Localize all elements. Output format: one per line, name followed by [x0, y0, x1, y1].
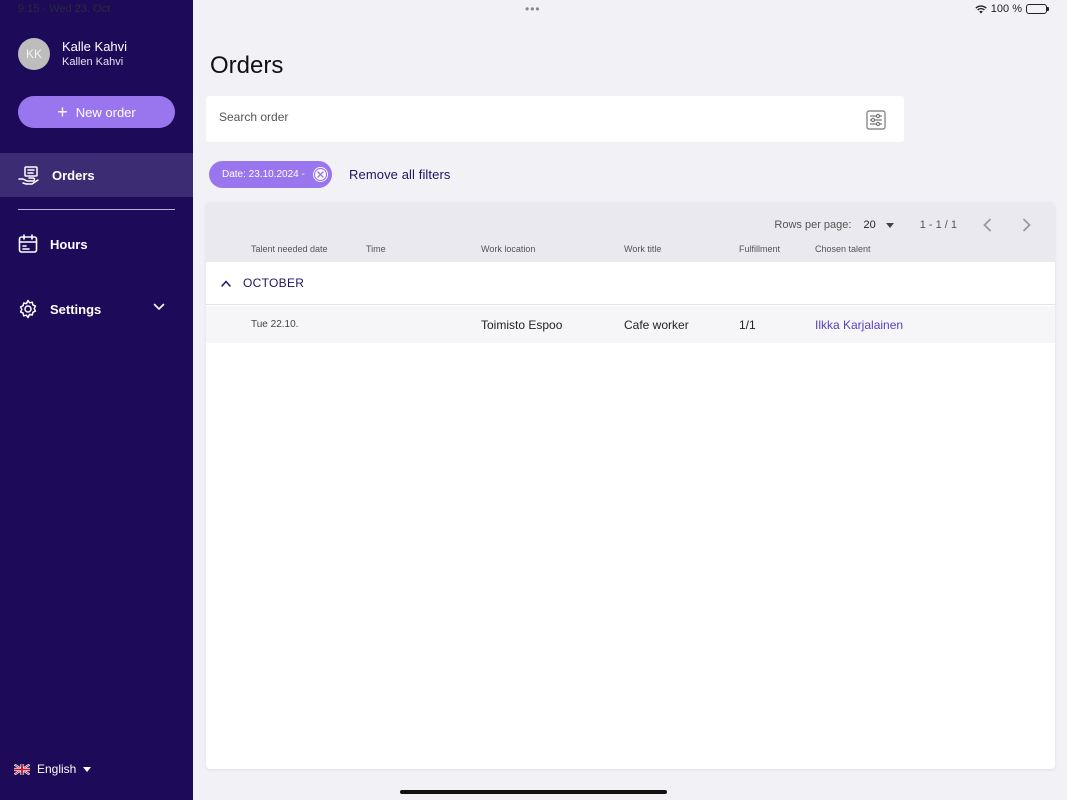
orders-icon: [18, 166, 39, 185]
wifi-icon: [975, 4, 987, 13]
chevron-right-icon: [1023, 218, 1031, 232]
sidebar-item-label: Settings: [50, 301, 102, 317]
table-row[interactable]: Tue 22.10. Toimisto Espoo Cafe worker 1/…: [206, 306, 1055, 343]
close-icon[interactable]: [312, 167, 328, 182]
prev-page-button[interactable]: [977, 215, 997, 235]
page-range: 1 - 1 / 1: [919, 219, 957, 231]
language-selector[interactable]: English: [14, 762, 92, 776]
rows-per-page-select[interactable]: 20: [863, 219, 894, 231]
user-company: Kallen Kahvi: [62, 56, 124, 68]
chevron-down-icon[interactable]: [153, 303, 165, 311]
cell-fulfillment: 1/1: [739, 318, 756, 332]
table-header: Rows per page: 20 1 - 1 / 1 Talent neede…: [206, 202, 1055, 262]
caret-down-icon: [885, 222, 894, 228]
search-input[interactable]: [219, 110, 819, 124]
chip-label: Date: 23.10.2024 -: [222, 169, 305, 180]
status-time: 9:15 · Wed 23. Oct: [18, 3, 111, 15]
chevron-left-icon: [983, 218, 991, 232]
date-filter-chip[interactable]: Date: 23.10.2024 -: [209, 161, 332, 188]
gear-icon: [19, 299, 37, 319]
column-header-date[interactable]: Talent needed date: [251, 244, 328, 254]
new-order-button[interactable]: + New order: [18, 96, 175, 128]
home-indicator[interactable]: [400, 790, 667, 794]
column-header-time[interactable]: Time: [366, 244, 386, 254]
user-profile[interactable]: KK Kalle Kahvi Kallen Kahvi: [18, 38, 127, 70]
status-indicators: 100 %: [975, 3, 1049, 15]
search-bar: [206, 96, 904, 142]
filter-settings-icon[interactable]: [866, 110, 886, 130]
multitask-dots[interactable]: •••: [525, 2, 541, 16]
orders-table: Rows per page: 20 1 - 1 / 1 Talent neede…: [206, 202, 1055, 769]
uk-flag-icon: [14, 763, 30, 775]
column-header-title[interactable]: Work title: [624, 244, 661, 254]
next-page-button[interactable]: [1017, 215, 1037, 235]
chevron-up-icon: [221, 279, 231, 287]
sidebar-item-label: Orders: [52, 167, 95, 183]
cell-location: Toimisto Espoo: [481, 318, 563, 332]
cell-title: Cafe worker: [624, 318, 689, 332]
cell-date: Tue 22.10.: [251, 319, 299, 330]
page-title: Orders: [210, 52, 284, 79]
column-header-fulfillment[interactable]: Fulfillment: [739, 244, 780, 254]
column-header-location[interactable]: Work location: [481, 244, 535, 254]
user-name: Kalle Kahvi: [62, 39, 128, 54]
caret-down-icon: [83, 766, 92, 772]
battery-icon: [1026, 4, 1049, 14]
language-label: English: [37, 762, 77, 776]
cell-talent-link[interactable]: Ilkka Karjalainen: [815, 318, 903, 332]
sidebar: KK Kalle Kahvi Kallen Kahvi + New order …: [0, 0, 193, 800]
new-order-label: New order: [75, 104, 136, 120]
nav-divider: [18, 209, 175, 210]
sidebar-item-label: Hours: [50, 236, 88, 252]
group-label: OCTOBER: [243, 276, 305, 290]
column-header-talent[interactable]: Chosen talent: [815, 244, 871, 254]
avatar: KK: [18, 38, 50, 70]
plus-icon: +: [57, 102, 68, 122]
sidebar-item-hours[interactable]: Hours: [0, 222, 193, 266]
sidebar-item-settings[interactable]: Settings: [0, 287, 193, 331]
rows-per-page-value: 20: [863, 219, 876, 231]
remove-all-filters-link[interactable]: Remove all filters: [349, 167, 451, 182]
pagination: Rows per page: 20 1 - 1 / 1: [774, 215, 1037, 235]
calendar-icon: [18, 234, 38, 253]
rows-per-page-label: Rows per page:: [774, 219, 852, 231]
sidebar-item-orders[interactable]: Orders: [0, 153, 193, 197]
battery-percent: 100 %: [990, 3, 1022, 15]
group-header-october[interactable]: OCTOBER: [206, 262, 1055, 305]
